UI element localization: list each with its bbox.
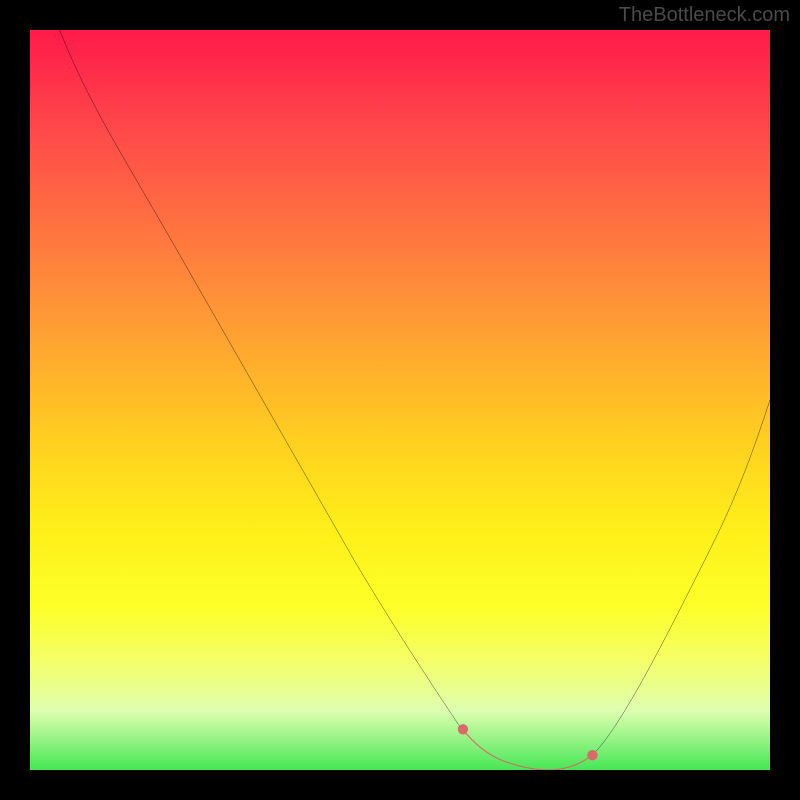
- chart-frame: TheBottleneck.com: [0, 0, 800, 800]
- plot-area: [30, 30, 770, 770]
- bottleneck-curve: [60, 30, 770, 770]
- optimal-range-highlight: [463, 729, 593, 770]
- optimal-range-start-dot: [458, 724, 468, 734]
- curves-svg: [30, 30, 770, 770]
- optimal-range-end-dot: [587, 750, 597, 760]
- watermark-text: TheBottleneck.com: [619, 4, 790, 27]
